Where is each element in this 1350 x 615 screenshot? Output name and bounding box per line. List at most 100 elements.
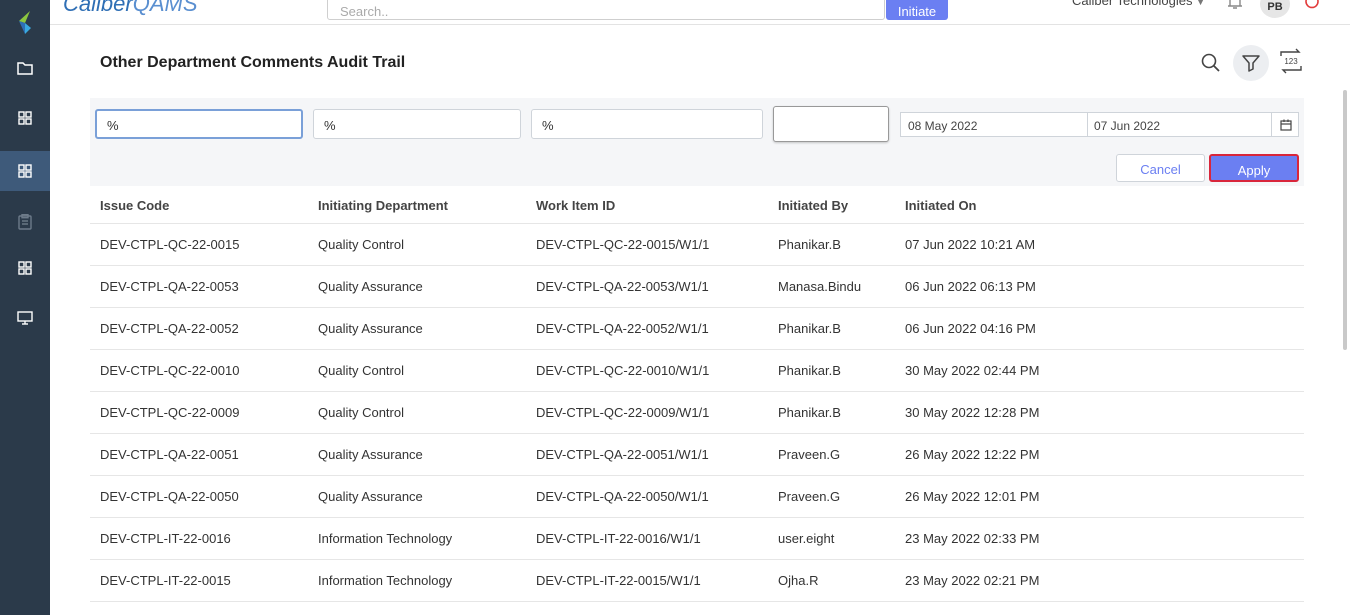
folder-icon bbox=[17, 62, 33, 75]
apply-button[interactable]: Apply bbox=[1209, 154, 1299, 182]
initiated-on-cell: 23 May 2022 02:21 PM bbox=[905, 573, 1040, 588]
work-item-cell: DEV-CTPL-IT-22-0015/W1/1 bbox=[536, 573, 701, 588]
sidebar-item-clipboard[interactable] bbox=[0, 202, 50, 242]
initiate-button[interactable]: Initiate bbox=[886, 0, 948, 20]
svg-text:123: 123 bbox=[1284, 57, 1298, 66]
table-row[interactable]: DEV-CTPL-QC-22-0015 Quality Control DEV-… bbox=[90, 224, 1304, 266]
work-item-cell: DEV-CTPL-QA-22-0050/W1/1 bbox=[536, 489, 709, 504]
sidebar bbox=[0, 0, 50, 615]
department-cell: Quality Assurance bbox=[318, 279, 423, 294]
column-header[interactable]: Work Item ID bbox=[536, 198, 615, 213]
department-cell: Quality Assurance bbox=[318, 321, 423, 336]
table-row[interactable]: DEV-CTPL-IT-22-0016 Information Technolo… bbox=[90, 518, 1304, 560]
initiated-on-cell: 30 May 2022 12:28 PM bbox=[905, 405, 1040, 420]
sidebar-item-monitor[interactable] bbox=[0, 298, 50, 338]
table-row[interactable]: DEV-CTPL-IT-22-0015 Information Technolo… bbox=[90, 560, 1304, 602]
work-item-filter-input[interactable]: % bbox=[531, 109, 763, 139]
initiated-by-cell: user.eight bbox=[778, 531, 835, 546]
chevron-down-icon: ▼ bbox=[1196, 0, 1205, 7]
sidebar-item-modules[interactable] bbox=[0, 248, 50, 288]
issue-code-cell: DEV-CTPL-IT-22-0015 bbox=[100, 573, 231, 588]
date-separator bbox=[1087, 113, 1088, 136]
issue-code-cell: DEV-CTPL-QC-22-0015 bbox=[100, 237, 240, 252]
issue-code-filter-input[interactable]: % bbox=[95, 109, 303, 139]
brand-main: Caliber bbox=[63, 0, 133, 16]
work-item-cell: DEV-CTPL-IT-22-0016/W1/1 bbox=[536, 531, 701, 546]
initiated-on-cell: 06 Jun 2022 04:16 PM bbox=[905, 321, 1036, 336]
work-item-cell: DEV-CTPL-QA-22-0051/W1/1 bbox=[536, 447, 709, 462]
calendar-icon[interactable] bbox=[1271, 113, 1299, 136]
grid-icon bbox=[18, 111, 32, 125]
search-input[interactable]: Search.. bbox=[327, 0, 885, 20]
search-icon[interactable] bbox=[1201, 53, 1221, 73]
department-cell: Quality Control bbox=[318, 363, 404, 378]
column-header[interactable]: Issue Code bbox=[100, 198, 169, 213]
initiated-by-cell: Phanikar.B bbox=[778, 321, 841, 336]
sidebar-item-folder[interactable] bbox=[0, 48, 50, 88]
department-cell: Quality Control bbox=[318, 405, 404, 420]
company-selector[interactable]: Caliber Technologies ▼ bbox=[1072, 0, 1205, 8]
page-title: Other Department Comments Audit Trail bbox=[100, 54, 406, 71]
initiated-on-cell: 30 May 2022 02:44 PM bbox=[905, 363, 1040, 378]
initiated-on-cell: 26 May 2022 12:22 PM bbox=[905, 447, 1040, 462]
date-from[interactable]: 08 May 2022 bbox=[908, 119, 977, 133]
refresh-123-icon[interactable]: 123 bbox=[1277, 47, 1305, 75]
table-row[interactable]: DEV-CTPL-QA-22-0050 Quality Assurance DE… bbox=[90, 476, 1304, 518]
table-row[interactable]: DEV-CTPL-QA-22-0051 Quality Assurance DE… bbox=[90, 434, 1304, 476]
issue-code-cell: DEV-CTPL-QA-22-0052 bbox=[100, 321, 239, 336]
issue-code-cell: DEV-CTPL-QC-22-0009 bbox=[100, 405, 240, 420]
department-cell: Quality Assurance bbox=[318, 489, 423, 504]
grid-icon bbox=[18, 261, 32, 275]
initiated-by-cell: Phanikar.B bbox=[778, 363, 841, 378]
issue-code-cell: DEV-CTPL-QA-22-0050 bbox=[100, 489, 239, 504]
table-header: Issue Code Initiating Department Work It… bbox=[90, 186, 1304, 224]
department-cell: Information Technology bbox=[318, 573, 453, 588]
department-filter-input[interactable]: % bbox=[313, 109, 521, 139]
department-cell: Information Technology bbox=[318, 531, 453, 546]
initiated-by-filter-input[interactable] bbox=[773, 106, 889, 142]
work-item-cell: DEV-CTPL-QA-22-0053/W1/1 bbox=[536, 279, 709, 294]
table-row[interactable]: DEV-CTPL-QC-22-0010 Quality Control DEV-… bbox=[90, 350, 1304, 392]
initiated-on-cell: 26 May 2022 12:01 PM bbox=[905, 489, 1040, 504]
table-row[interactable]: DEV-CTPL-QA-22-0053 Quality Assurance DE… bbox=[90, 266, 1304, 308]
date-range-picker[interactable]: 08 May 2022 07 Jun 2022 bbox=[900, 112, 1299, 137]
initiated-on-cell: 07 Jun 2022 10:21 AM bbox=[905, 237, 1036, 252]
bell-icon[interactable] bbox=[1226, 0, 1244, 10]
app-logo-icon[interactable] bbox=[0, 0, 50, 46]
issue-code-cell: DEV-CTPL-QA-22-0051 bbox=[100, 447, 239, 462]
issue-code-cell: DEV-CTPL-QA-22-0053 bbox=[100, 279, 239, 294]
avatar[interactable]: PB bbox=[1260, 0, 1290, 18]
filter-panel: % % % 08 May 2022 07 Jun 2022 Cancel App… bbox=[90, 98, 1304, 186]
department-cell: Quality Control bbox=[318, 237, 404, 252]
audit-trail-table: Issue Code Initiating Department Work It… bbox=[90, 186, 1304, 602]
filter-icon bbox=[1242, 55, 1260, 72]
work-item-cell: DEV-CTPL-QC-22-0009/W1/1 bbox=[536, 405, 710, 420]
column-header[interactable]: Initiating Department bbox=[318, 198, 448, 213]
power-icon[interactable] bbox=[1303, 0, 1321, 10]
initiated-by-cell: Praveen.G bbox=[778, 447, 841, 462]
monitor-icon bbox=[17, 311, 33, 325]
sidebar-item-dashboard[interactable] bbox=[0, 98, 50, 138]
top-bar: CaliberQAMS Search.. Initiate Caliber Te… bbox=[50, 0, 1350, 25]
initiated-by-cell: Ojha.R bbox=[778, 573, 819, 588]
work-item-cell: DEV-CTPL-QC-22-0015/W1/1 bbox=[536, 237, 710, 252]
initiated-by-cell: Praveen.G bbox=[778, 489, 841, 504]
work-item-cell: DEV-CTPL-QA-22-0052/W1/1 bbox=[536, 321, 709, 336]
page-scrollbar[interactable] bbox=[1343, 90, 1347, 350]
filter-button[interactable] bbox=[1233, 45, 1269, 81]
initiated-on-cell: 23 May 2022 02:33 PM bbox=[905, 531, 1040, 546]
sidebar-item-reports[interactable] bbox=[0, 151, 50, 191]
issue-code-cell: DEV-CTPL-IT-22-0016 bbox=[100, 531, 231, 546]
table-row[interactable]: DEV-CTPL-QC-22-0009 Quality Control DEV-… bbox=[90, 392, 1304, 434]
table-row[interactable]: DEV-CTPL-QA-22-0052 Quality Assurance DE… bbox=[90, 308, 1304, 350]
initiated-by-cell: Manasa.Bindu bbox=[778, 279, 862, 294]
company-name: Caliber Technologies bbox=[1072, 0, 1193, 8]
issue-code-cell: DEV-CTPL-QC-22-0010 bbox=[100, 363, 240, 378]
brand-sub: QAMS bbox=[132, 0, 198, 16]
column-header[interactable]: Initiated By bbox=[778, 198, 848, 213]
department-cell: Quality Assurance bbox=[318, 447, 423, 462]
date-to[interactable]: 07 Jun 2022 bbox=[1094, 119, 1160, 133]
cancel-button[interactable]: Cancel bbox=[1116, 154, 1205, 182]
brand-logo[interactable]: CaliberQAMS bbox=[63, 0, 198, 17]
column-header[interactable]: Initiated On bbox=[905, 198, 977, 213]
